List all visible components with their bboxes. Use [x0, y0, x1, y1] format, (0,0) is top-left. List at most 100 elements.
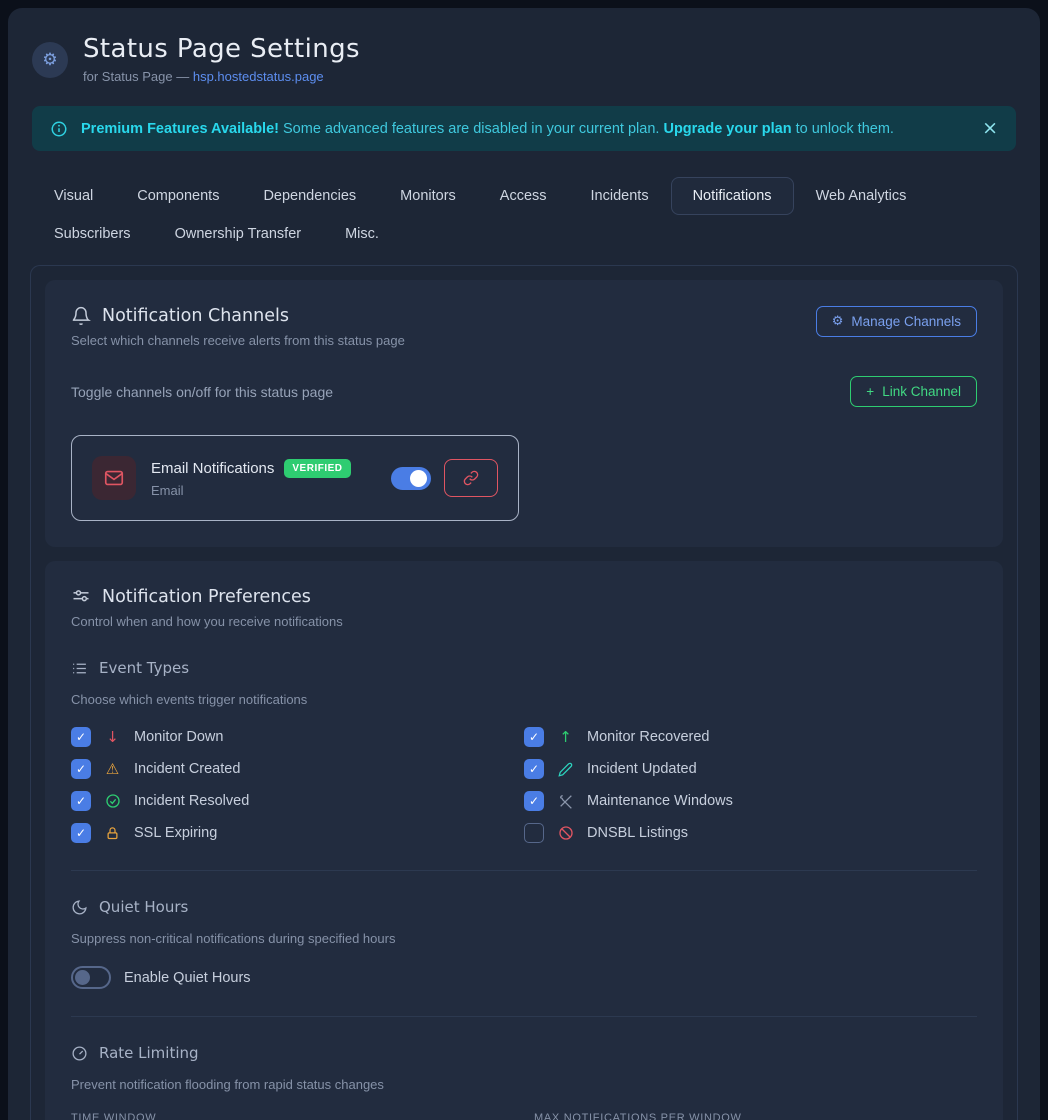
info-circle-icon — [50, 120, 68, 138]
upgrade-plan-link[interactable]: Upgrade your plan — [663, 121, 791, 137]
checkbox[interactable]: ✓ — [71, 823, 91, 843]
pencil-icon — [556, 762, 575, 777]
event-label: Incident Updated — [587, 761, 697, 777]
event-type-incident-resolved[interactable]: ✓ Incident Resolved — [71, 791, 524, 811]
gear-icon: ⚙ — [832, 314, 844, 329]
close-icon: × — [982, 117, 998, 139]
tab-web-analytics[interactable]: Web Analytics — [794, 177, 929, 215]
settings-avatar: ⚙ — [32, 42, 68, 78]
bell-icon — [71, 306, 91, 326]
time-window-label: TIME WINDOW — [71, 1112, 514, 1120]
rate-limiting-header: Rate Limiting — [71, 1044, 977, 1062]
event-types-header: Event Types — [71, 659, 977, 677]
arrow-down-icon: ↓ — [103, 728, 122, 746]
max-notifications-label: MAX NOTIFICATIONS PER WINDOW — [534, 1112, 977, 1120]
tab-incidents[interactable]: Incidents — [569, 177, 671, 215]
event-type-incident-created[interactable]: ✓ ⚠ Incident Created — [71, 759, 524, 779]
checkbox[interactable]: ✓ — [524, 823, 544, 843]
checkbox[interactable]: ✓ — [71, 727, 91, 747]
premium-banner: Premium Features Available! Some advance… — [32, 106, 1016, 151]
check-icon: ✓ — [76, 794, 86, 808]
event-type-ssl-expiring[interactable]: ✓ SSL Expiring — [71, 823, 524, 843]
list-icon — [71, 660, 88, 677]
event-label: Monitor Down — [134, 729, 223, 745]
quiet-hours-header: Quiet Hours — [71, 898, 977, 916]
checkbox[interactable]: ✓ — [71, 791, 91, 811]
link-channel-button[interactable]: + Link Channel — [850, 376, 977, 407]
sliders-icon — [71, 587, 91, 607]
quiet-hours-hint: Suppress non-critical notifications duri… — [71, 931, 977, 946]
banner-title: Premium Features Available! — [81, 121, 279, 137]
check-circle-icon — [103, 793, 122, 809]
page-title: Status Page Settings — [83, 34, 360, 64]
checkbox[interactable]: ✓ — [71, 759, 91, 779]
channel-icon-box — [92, 456, 136, 500]
checkbox[interactable]: ✓ — [524, 727, 544, 747]
tab-ownership-transfer[interactable]: Ownership Transfer — [153, 215, 324, 253]
moon-icon — [71, 899, 88, 916]
tab-access[interactable]: Access — [478, 177, 569, 215]
toggle-knob — [75, 970, 90, 985]
manage-channels-button[interactable]: ⚙ Manage Channels — [816, 306, 977, 337]
subtitle-prefix: for Status Page — — [83, 69, 193, 84]
email-channel-toggle[interactable] — [391, 467, 431, 490]
tab-components[interactable]: Components — [115, 177, 241, 215]
warning-triangle-icon: ⚠ — [103, 760, 122, 778]
channel-name: Email Notifications — [151, 460, 274, 477]
channels-section-subtitle: Select which channels receive alerts fro… — [71, 333, 405, 348]
manage-channels-label: Manage Channels — [851, 314, 961, 329]
event-type-dnsbl-listings[interactable]: ✓ DNSBL Listings — [524, 823, 977, 843]
event-label: Incident Resolved — [134, 793, 249, 809]
settings-tabs: Visual Components Dependencies Monitors … — [30, 177, 1018, 253]
tab-visual[interactable]: Visual — [32, 177, 115, 215]
notifications-tab-panel: Notification Channels Select which chann… — [30, 265, 1018, 1120]
preferences-title-text: Notification Preferences — [102, 587, 311, 607]
quiet-hours-toggle[interactable] — [71, 966, 111, 989]
event-label: SSL Expiring — [134, 825, 217, 841]
event-label: Incident Created — [134, 761, 240, 777]
event-type-monitor-recovered[interactable]: ✓ ↑ Monitor Recovered — [524, 727, 977, 747]
event-label: DNSBL Listings — [587, 825, 688, 841]
plus-icon: + — [866, 384, 874, 399]
envelope-icon — [103, 467, 125, 489]
banner-body: Some advanced features are disabled in y… — [279, 121, 663, 137]
banner-suffix: to unlock them. — [792, 121, 894, 137]
status-page-link[interactable]: hsp.hostedstatus.page — [193, 69, 324, 84]
arrow-up-icon: ↑ — [556, 728, 575, 746]
event-label: Maintenance Windows — [587, 793, 733, 809]
tab-subscribers[interactable]: Subscribers — [32, 215, 153, 253]
divider — [71, 870, 977, 871]
tab-misc[interactable]: Misc. — [323, 215, 401, 253]
event-type-monitor-down[interactable]: ✓ ↓ Monitor Down — [71, 727, 524, 747]
banner-close-button[interactable]: × — [982, 119, 998, 138]
channel-type: Email — [151, 483, 351, 498]
quiet-hours-toggle-label: Enable Quiet Hours — [124, 970, 251, 986]
tab-dependencies[interactable]: Dependencies — [241, 177, 378, 215]
toggle-knob — [410, 470, 427, 487]
verified-badge: VERIFIED — [284, 459, 350, 478]
channels-title-text: Notification Channels — [102, 306, 289, 326]
check-icon: ✓ — [76, 826, 86, 840]
channel-link-button[interactable] — [444, 459, 498, 497]
event-label: Monitor Recovered — [587, 729, 710, 745]
link-channel-label: Link Channel — [882, 384, 961, 399]
notification-preferences-card: Notification Preferences Control when an… — [45, 561, 1003, 1120]
rate-limiting-title-text: Rate Limiting — [99, 1044, 199, 1062]
preferences-section-subtitle: Control when and how you receive notific… — [71, 614, 977, 629]
channels-toggle-hint: Toggle channels on/off for this status p… — [71, 384, 333, 400]
tools-icon — [556, 793, 575, 809]
page-subtitle: for Status Page — hsp.hostedstatus.page — [83, 69, 360, 84]
check-icon: ✓ — [76, 730, 86, 744]
tab-notifications[interactable]: Notifications — [671, 177, 794, 215]
event-type-maintenance-windows[interactable]: ✓ Maintenance Windows — [524, 791, 977, 811]
checkbox[interactable]: ✓ — [524, 791, 544, 811]
check-icon: ✓ — [529, 762, 539, 776]
checkbox[interactable]: ✓ — [524, 759, 544, 779]
channels-section-title: Notification Channels — [71, 306, 405, 326]
ban-circle-icon — [556, 825, 575, 841]
tab-monitors[interactable]: Monitors — [378, 177, 478, 215]
event-type-incident-updated[interactable]: ✓ Incident Updated — [524, 759, 977, 779]
page-header: ⚙ Status Page Settings for Status Page —… — [30, 34, 1018, 84]
chain-link-icon — [463, 470, 479, 486]
event-types-grid: ✓ ↓ Monitor Down ✓ ↑ Monitor Recovered ✓… — [71, 727, 977, 843]
